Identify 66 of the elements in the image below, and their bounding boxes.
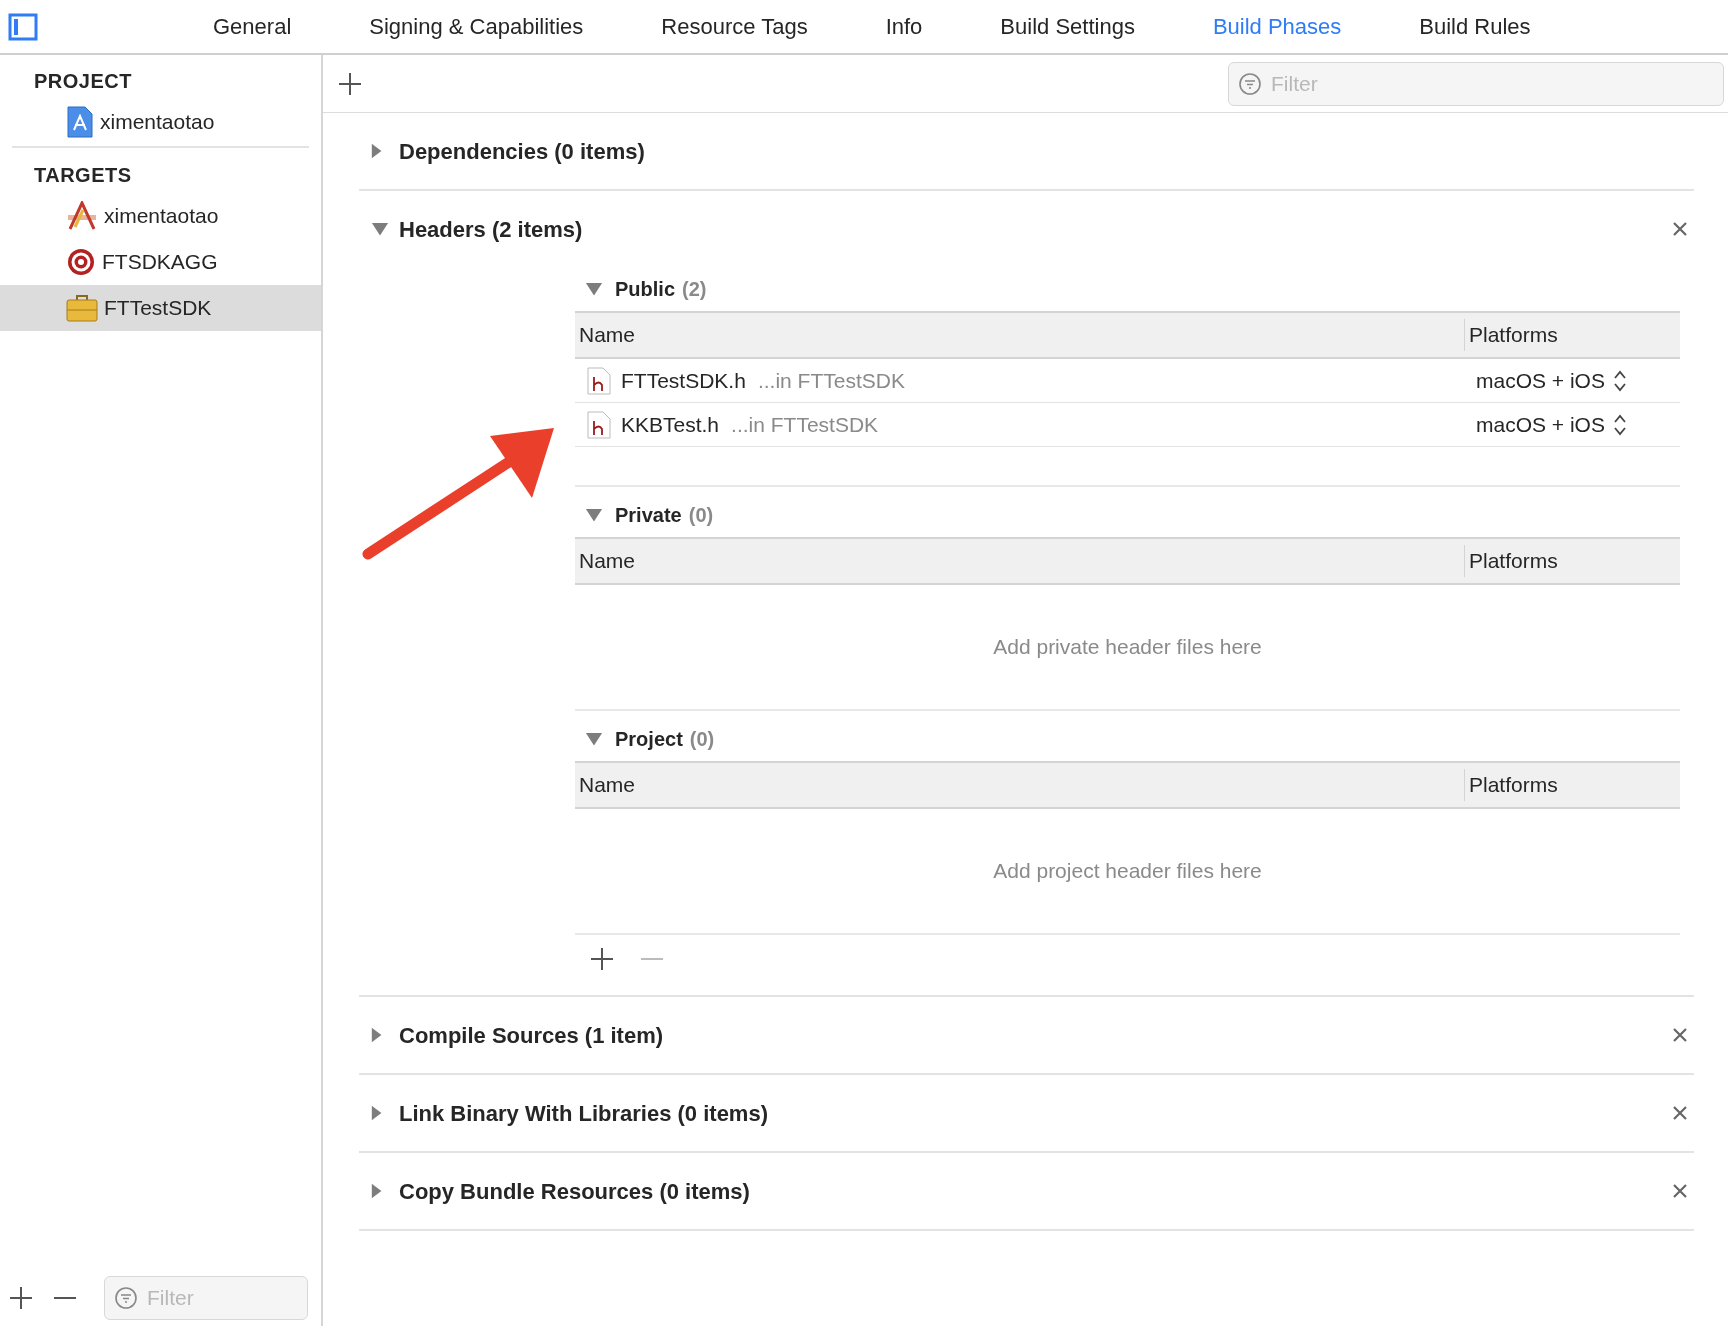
add-icon[interactable] bbox=[8, 1285, 34, 1311]
tab[interactable]: Signing & Capabilities bbox=[369, 10, 584, 43]
filter-icon bbox=[1238, 71, 1262, 96]
platforms-popup[interactable]: macOS + iOS bbox=[1476, 364, 1627, 397]
phase-title: Headers (2 items) bbox=[399, 215, 583, 244]
group-count: (0) bbox=[688, 503, 714, 528]
close-icon[interactable] bbox=[1672, 1027, 1688, 1043]
up-down-chevron-icon bbox=[1612, 412, 1627, 437]
tab[interactable]: Build Rules bbox=[1419, 10, 1531, 43]
section-header: TARGETS bbox=[33, 163, 133, 188]
file-location: ...in FTTestSDK bbox=[757, 367, 905, 394]
sidebar-item[interactable]: ximentaotao bbox=[0, 193, 321, 239]
disclosure-open-icon[interactable] bbox=[585, 731, 603, 747]
column-header: Platforms bbox=[1464, 319, 1680, 351]
document-icon bbox=[66, 106, 94, 138]
file-name: KKBTest.h bbox=[621, 411, 720, 438]
sidebar-item[interactable]: FTSDKAGG bbox=[0, 239, 321, 285]
sidebar-item[interactable]: FTTestSDK bbox=[0, 285, 321, 331]
platforms-popup[interactable]: macOS + iOS bbox=[1476, 408, 1627, 441]
group-count: (2) bbox=[682, 277, 707, 302]
phase-title: Compile Sources (1 item) bbox=[399, 1021, 664, 1050]
toolbox-icon bbox=[66, 294, 98, 322]
disclosure-open-icon[interactable] bbox=[585, 507, 603, 523]
tab[interactable]: Build Settings bbox=[1000, 10, 1135, 43]
column-header: Name bbox=[578, 772, 637, 799]
sidebar-item[interactable]: ximentaotao bbox=[0, 99, 321, 145]
empty-placeholder-text: Add private header files here bbox=[993, 634, 1262, 661]
close-icon[interactable] bbox=[1672, 1183, 1688, 1199]
column-header: Name bbox=[578, 548, 637, 575]
column-header: Name bbox=[578, 322, 637, 349]
close-icon[interactable] bbox=[1672, 1105, 1688, 1121]
pencil-ruler-icon bbox=[66, 201, 98, 231]
file-name: FTTestSDK.h bbox=[621, 367, 746, 394]
up-down-chevron-icon bbox=[1612, 368, 1627, 393]
header-file-icon bbox=[587, 366, 611, 395]
group-title: Public bbox=[615, 277, 675, 302]
sidebar-toggle-icon[interactable] bbox=[8, 12, 38, 41]
filter-icon bbox=[114, 1286, 138, 1310]
filter-field[interactable]: Filter bbox=[104, 1276, 308, 1320]
tab[interactable]: Resource Tags bbox=[661, 10, 808, 43]
tab[interactable]: General bbox=[213, 10, 292, 43]
phase-title: Dependencies (0 items) bbox=[399, 137, 645, 166]
group-count: (0) bbox=[689, 727, 715, 752]
disclosure-closed-icon[interactable] bbox=[371, 1027, 383, 1043]
section-header: PROJECT bbox=[33, 69, 133, 94]
phase-title: Copy Bundle Resources (0 items) bbox=[399, 1177, 750, 1206]
filter-field[interactable]: Filter bbox=[1228, 61, 1724, 106]
disclosure-closed-icon[interactable] bbox=[371, 1105, 383, 1121]
add-icon[interactable] bbox=[337, 70, 363, 97]
disclosure-open-icon[interactable] bbox=[371, 221, 389, 237]
add-icon[interactable] bbox=[589, 946, 615, 972]
column-header: Platforms bbox=[1464, 769, 1680, 801]
disclosure-closed-icon[interactable] bbox=[371, 1183, 383, 1199]
column-header: Platforms bbox=[1464, 545, 1680, 577]
tab[interactable]: Build Phases bbox=[1212, 10, 1342, 43]
group-title: Project bbox=[615, 727, 683, 752]
target-icon bbox=[66, 247, 96, 277]
disclosure-open-icon[interactable] bbox=[585, 281, 603, 297]
tab[interactable]: Info bbox=[885, 10, 923, 43]
phase-title: Link Binary With Libraries (0 items) bbox=[399, 1099, 768, 1128]
file-location: ...in FTTestSDK bbox=[731, 411, 879, 438]
disclosure-closed-icon[interactable] bbox=[371, 143, 383, 159]
group-title: Private bbox=[615, 503, 682, 528]
close-icon[interactable] bbox=[1672, 221, 1688, 237]
empty-placeholder-text: Add project header files here bbox=[993, 858, 1262, 885]
header-file-icon bbox=[587, 410, 611, 439]
